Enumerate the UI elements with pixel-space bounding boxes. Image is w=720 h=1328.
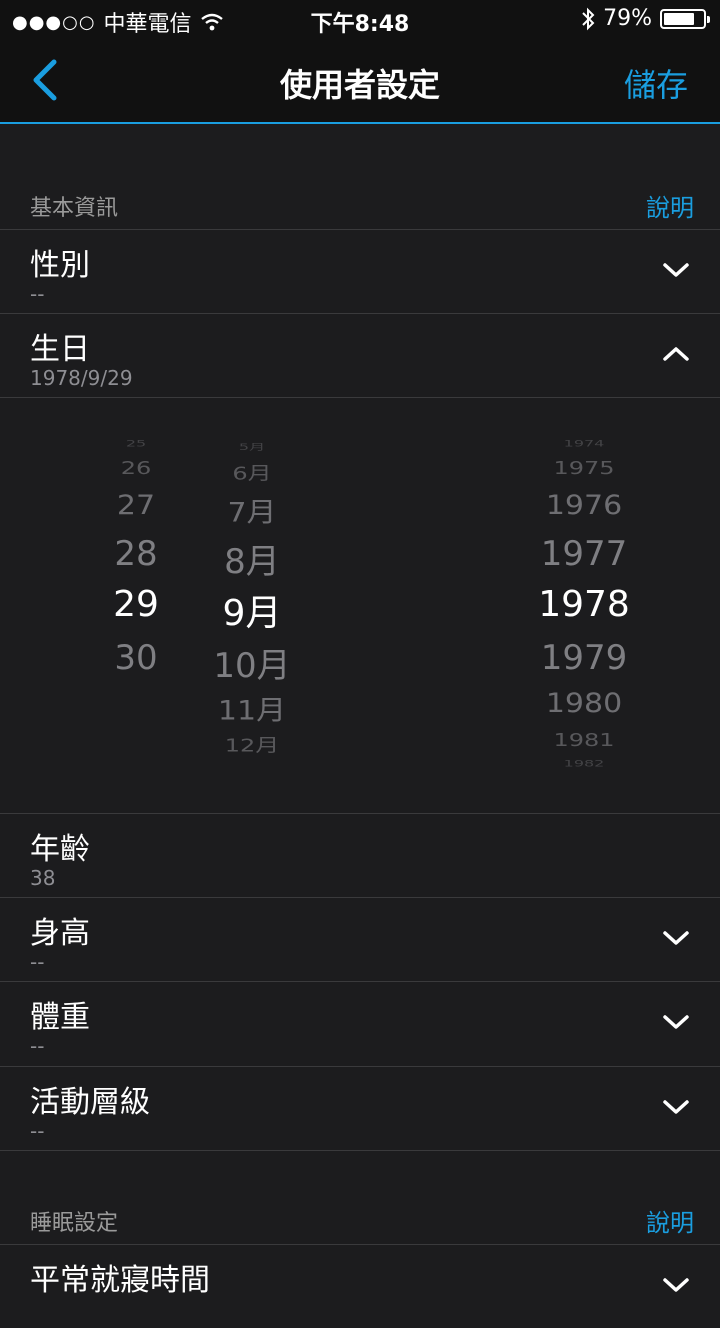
chevron-down-icon [663, 931, 689, 945]
picker-month-option[interactable]: 10月 [213, 638, 290, 687]
picker-month-option[interactable]: 7月 [227, 490, 276, 530]
picker-month-option[interactable]: 9月 [223, 584, 282, 636]
row-title: 體重 [30, 1000, 90, 1035]
row-title: 年齡 [30, 832, 90, 867]
battery-icon [660, 8, 710, 29]
picker-month-option[interactable]: 6月 [232, 458, 271, 484]
chevron-up-icon [663, 347, 689, 361]
picker-year-option[interactable]: 1978 [538, 584, 630, 625]
save-button[interactable]: 儲存 [624, 60, 688, 106]
picker-year-option[interactable]: 1980 [546, 688, 622, 720]
chevron-down-icon [663, 263, 689, 277]
date-picker[interactable]: 25 26 27 28 29 30 5月 6月 7月 8月 9月 10月 11月 12月 1974 197… [0, 397, 720, 813]
section-label: 基本資訊 [30, 196, 119, 221]
row-value: -- [30, 950, 45, 974]
row-title: 平常就寢時間 [30, 1263, 210, 1298]
picker-day-option[interactable]: 28 [114, 534, 157, 574]
row-value: -- [30, 282, 45, 306]
picker-year-option[interactable]: 1976 [546, 490, 622, 522]
picker-year-option[interactable]: 1975 [553, 457, 614, 478]
section-header-sleep: 睡眠設定 說明 [0, 1195, 720, 1245]
picker-month-option[interactable]: 11月 [218, 688, 286, 728]
picker-year-option[interactable]: 1977 [541, 534, 628, 574]
status-bar: ●●●○○ 中華電信 下午8:48 79% [0, 0, 720, 40]
row-weight[interactable]: 體重 -- [0, 981, 720, 1065]
row-value: 1978/9/29 [30, 366, 133, 390]
picker-year-option[interactable]: 1982 [564, 759, 605, 769]
row-value: -- [30, 1119, 45, 1143]
picker-day-option[interactable]: 30 [114, 638, 157, 678]
row-height[interactable]: 身高 -- [0, 897, 720, 981]
row-gender[interactable]: 性別 -- [0, 229, 720, 313]
row-bedtime[interactable]: 平常就寢時間 [0, 1244, 720, 1328]
bluetooth-icon [581, 7, 595, 31]
picker-day-option[interactable]: 25 [126, 439, 146, 449]
row-title: 身高 [30, 916, 90, 951]
picker-month-option[interactable]: 5月 [239, 440, 265, 453]
picker-month-option[interactable]: 12月 [225, 730, 280, 756]
picker-year-option[interactable]: 1981 [553, 729, 614, 750]
help-link[interactable]: 說明 [646, 188, 694, 223]
page-title: 使用者設定 [279, 66, 440, 104]
navigation-bar: 使用者設定 儲存 [0, 40, 720, 124]
row-title: 生日 [30, 332, 90, 367]
chevron-down-icon [663, 1278, 689, 1292]
picker-year-option[interactable]: 1974 [564, 439, 605, 449]
row-age: 年齡 38 [0, 813, 720, 897]
row-activity-level[interactable]: 活動層級 -- [0, 1066, 720, 1150]
picker-month-option[interactable]: 8月 [224, 534, 280, 583]
battery-percent: 79% [603, 6, 652, 31]
chevron-down-icon [663, 1015, 689, 1029]
picker-day-option[interactable]: 29 [113, 584, 159, 625]
help-link[interactable]: 說明 [646, 1203, 694, 1238]
picker-day-option[interactable]: 27 [117, 490, 155, 522]
row-birthday[interactable]: 生日 1978/9/29 [0, 313, 720, 397]
row-value: -- [30, 1034, 45, 1058]
section-header-basic-info: 基本資訊 說明 [0, 180, 720, 230]
row-title: 性別 [30, 248, 90, 283]
divider [0, 1150, 720, 1151]
picker-day-option[interactable]: 26 [121, 457, 152, 478]
row-title: 活動層級 [30, 1085, 150, 1120]
chevron-down-icon [663, 1100, 689, 1114]
row-value: 38 [30, 866, 56, 890]
picker-year-option[interactable]: 1979 [541, 638, 628, 678]
section-label: 睡眠設定 [30, 1211, 119, 1236]
